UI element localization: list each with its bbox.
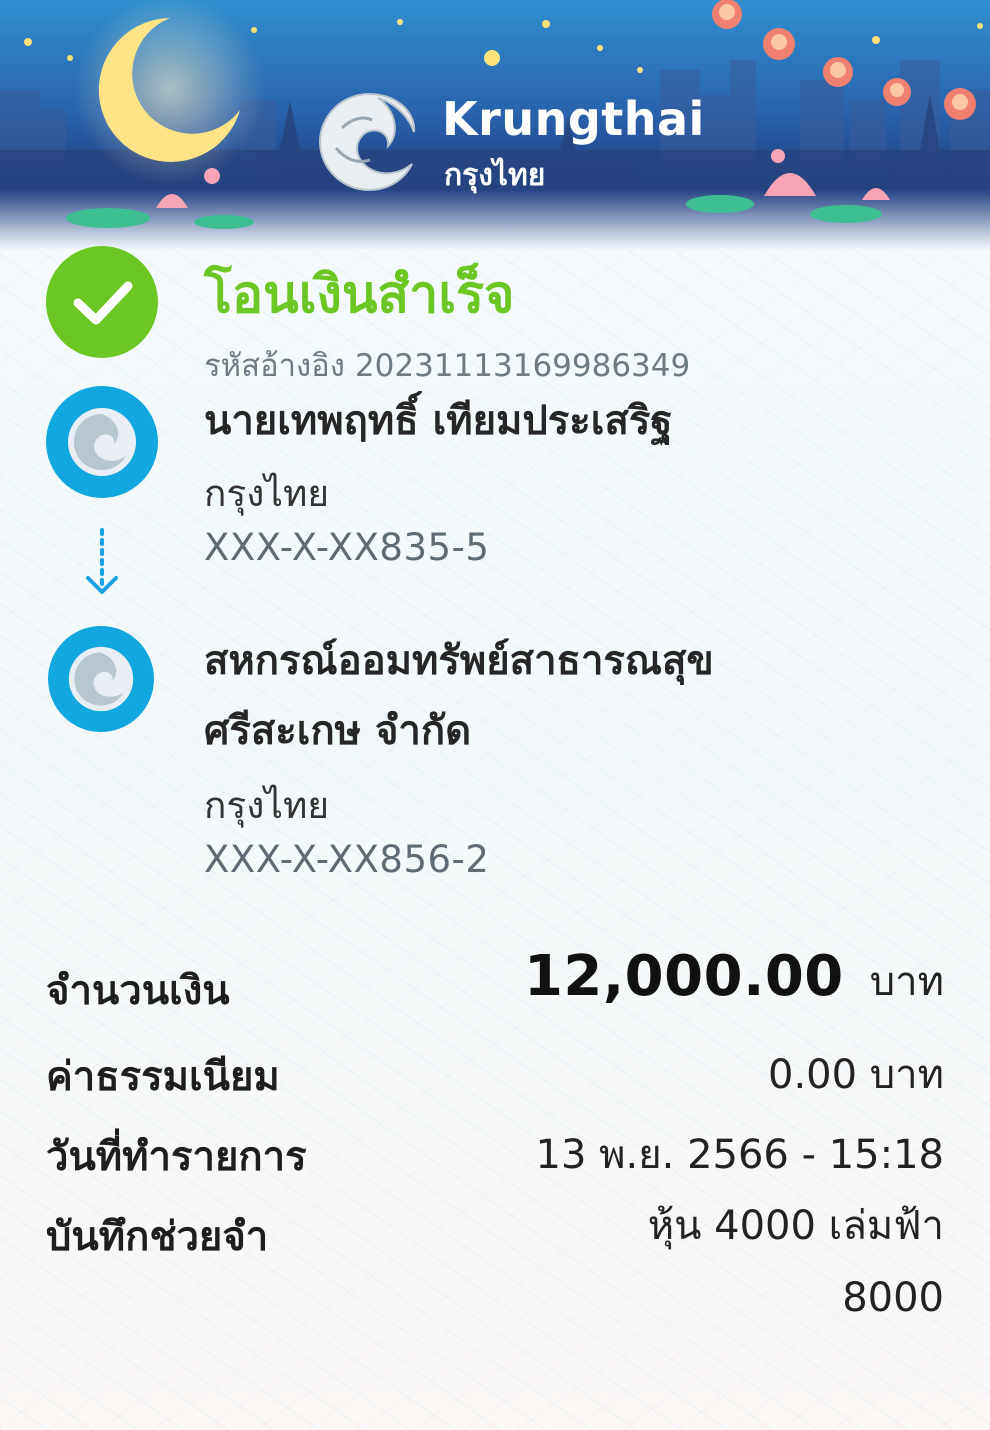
fee-label: ค่าธรรมเนียม [46,1054,280,1100]
amount-value: 12,000.00 [523,944,844,1009]
reference-label: รหัสอ้างอิง [204,348,345,384]
receiver-name-line2: ศรีสะเกษ จำกัด [204,708,472,754]
memo-line-1: หุ้น 4000 เล่มฟ้า [647,1203,944,1249]
krungthai-logo: Krungthai กรุงไทย [312,88,704,198]
brand-name-english: Krungthai [442,92,705,146]
sender-bank: กรุงไทย [204,472,330,515]
receiver-name: สหกรณ์ออมทรัพย์สาธารณสุข ศรีสะเกษ จำกัด [204,626,904,766]
amount-value-group: 12,000.00 บาท [524,944,944,1013]
memo-line-2: 8000 [842,1275,944,1321]
header-banner: Krungthai กรุงไทย [0,0,990,250]
memo-label: บันทึกช่วยจำ [46,1214,269,1260]
success-check-icon [46,246,158,358]
sender-bank-logo-icon [46,386,158,498]
memo-value: หุ้น 4000 เล่มฟ้า 8000 [648,1190,944,1334]
receiver-name-line1: สหกรณ์ออมทรัพย์สาธารณสุข [204,638,714,684]
transfer-arrow-down-icon [86,528,118,594]
transfer-status-title: โอนเงินสำเร็จ [204,265,515,325]
amount-label: จำนวนเงิน [46,968,230,1014]
amount-unit: บาท [869,959,944,1005]
sender-account: XXX-X-XX835-5 [204,526,490,569]
reference-line: รหัสอ้างอิง 2023111316998634​9 [204,340,700,390]
date-value: 13 พ.ย. 2566 - 15:18 [535,1132,945,1178]
date-label: วันที่ทำรายการ [46,1134,307,1180]
reference-number: 2023111316998634​9 [354,348,691,384]
receiver-bank-logo-icon [48,626,154,732]
receiver-bank: กรุงไทย [204,784,330,827]
brand-name-thai: กรุงไทย [444,158,546,193]
fee-value: 0.00 บาท [768,1052,944,1098]
receiver-account: XXX-X-XX856-2 [204,838,490,881]
phoenix-emblem-icon [318,92,416,192]
sender-name: นายเทพฤทธิ์ เทียมประเสริฐ [204,398,673,444]
